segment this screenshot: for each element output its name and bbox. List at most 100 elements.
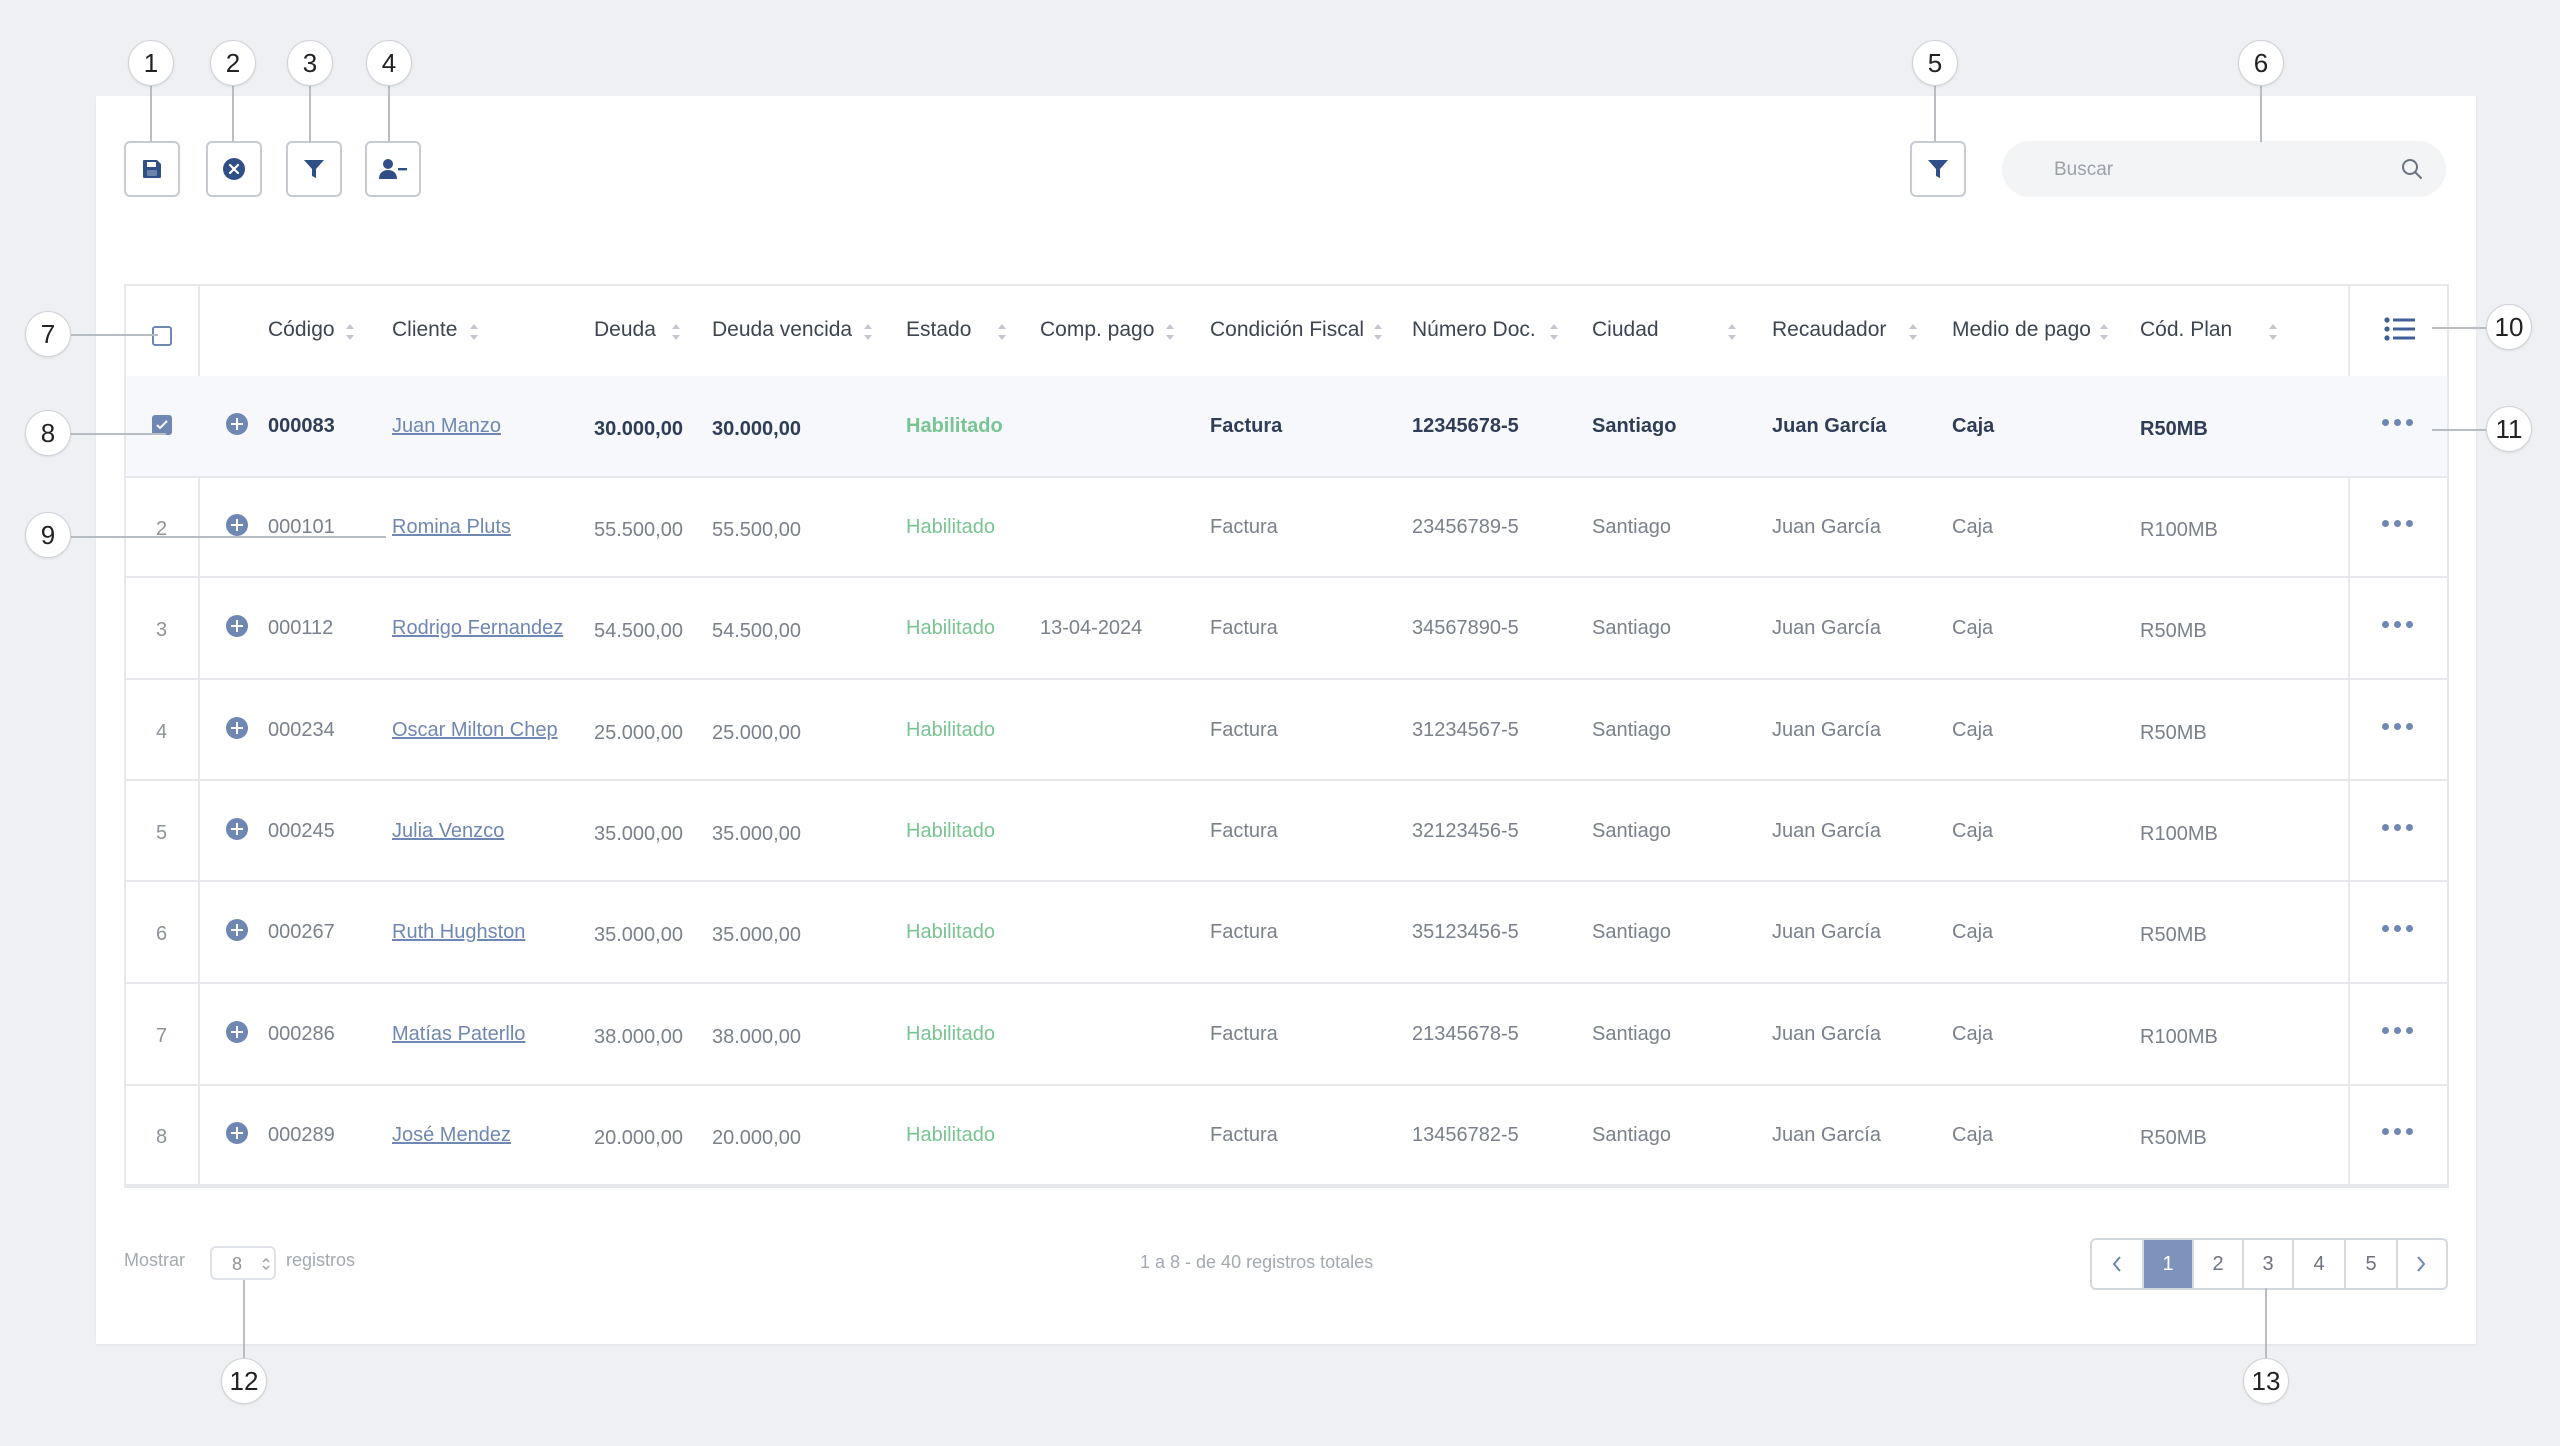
client-name-link[interactable]: Matías Paterllo: [392, 1023, 525, 1046]
page-3[interactable]: 3: [2244, 1240, 2294, 1288]
table-row[interactable]: 4 000234 Oscar Milton Chep 25.000,00 25.000,…: [126, 680, 2447, 781]
expand-row-icon[interactable]: [226, 1122, 248, 1144]
client-name-link[interactable]: Romina Pluts: [392, 516, 511, 539]
sort-icon[interactable]: [1908, 320, 1918, 344]
column-header[interactable]: Deuda vencida: [712, 318, 852, 342]
page-4[interactable]: 4: [2294, 1240, 2346, 1288]
more-options-icon[interactable]: [2382, 925, 2413, 932]
row-checkbox[interactable]: [152, 415, 172, 435]
client-name-link[interactable]: Rodrigo Fernandez: [392, 617, 563, 640]
search-input[interactable]: [2052, 141, 2386, 199]
page-5[interactable]: 5: [2346, 1240, 2398, 1288]
sort-icon[interactable]: [997, 320, 1007, 344]
remove-user-button[interactable]: [365, 141, 421, 197]
client-name-link[interactable]: José Mendez: [392, 1124, 511, 1147]
payment-method: Caja: [1952, 516, 1994, 538]
more-options-icon[interactable]: [2382, 1128, 2413, 1135]
fiscal-condition: Factura: [1210, 516, 1278, 538]
cancel-button[interactable]: [206, 141, 262, 197]
column-header[interactable]: Condición Fiscal: [1210, 318, 1364, 342]
expand-row-icon[interactable]: [226, 818, 248, 840]
sort-icon[interactable]: [2099, 320, 2109, 344]
expand-row-icon[interactable]: [226, 615, 248, 637]
more-options-icon[interactable]: [2382, 621, 2413, 628]
column-header[interactable]: Deuda: [594, 318, 656, 342]
collector: Juan García: [1772, 617, 1881, 639]
search-box: [2002, 141, 2446, 199]
expand-row-icon[interactable]: [226, 919, 248, 941]
client-name-link[interactable]: Juan Manzo: [392, 415, 501, 438]
column-header[interactable]: Ciudad: [1592, 318, 1659, 342]
callout-badge: 3: [287, 40, 333, 86]
client-code: 000083: [268, 415, 335, 437]
table-row[interactable]: 7 000286 Matías Paterllo 38.000,00 38.000,00…: [126, 984, 2447, 1086]
overdue-debt-value: 35.000,00: [712, 924, 801, 946]
table-row[interactable]: 8 000289 José Mendez 20.000,00 20.000,00 Habi…: [126, 1086, 2447, 1186]
table-header: Código Cliente Deuda Deuda vencida Estado Com…: [126, 286, 2447, 378]
more-options-icon[interactable]: [2382, 520, 2413, 527]
status-label: Habilitado: [906, 1124, 995, 1146]
sort-icon[interactable]: [2268, 320, 2278, 344]
table-row[interactable]: 000083 Juan Manzo 30.000,00 30.000,00 Habili…: [126, 376, 2447, 478]
cancel-icon: [223, 158, 245, 180]
sort-icon[interactable]: [1549, 320, 1559, 344]
callout-badge: 1: [128, 40, 174, 86]
table-row[interactable]: 5 000245 Julia Venzco 35.000,00 35.000,00 Hab…: [126, 781, 2447, 882]
expand-row-icon[interactable]: [226, 514, 248, 536]
more-options-icon[interactable]: [2382, 824, 2413, 831]
client-name-link[interactable]: Julia Venzco: [392, 820, 504, 843]
table-row[interactable]: 6 000267 Ruth Hughston 35.000,00 35.000,00 Ha…: [126, 882, 2447, 984]
column-header[interactable]: Comp. pago: [1040, 318, 1154, 342]
expand-row-icon[interactable]: [226, 1021, 248, 1043]
search-icon[interactable]: [2400, 157, 2424, 181]
save-button[interactable]: [124, 141, 180, 197]
status-label: Habilitado: [906, 921, 995, 943]
table-row[interactable]: 2 000101 Romina Pluts 55.500,00 55.500,00 Hab…: [126, 478, 2447, 578]
table-row[interactable]: 3 000112 Rodrigo Fernandez 54.500,00 54.500,…: [126, 578, 2447, 680]
callout-badge: 4: [366, 40, 412, 86]
page-2[interactable]: 2: [2194, 1240, 2244, 1288]
column-header[interactable]: Estado: [906, 318, 971, 342]
city: Santiago: [1592, 921, 1671, 943]
client-name-link[interactable]: Oscar Milton Chep: [392, 719, 558, 742]
pagination: 1 2 3 4 5: [2090, 1238, 2448, 1290]
callout-badge: 7: [25, 311, 71, 357]
plan-code: R100MB: [2140, 519, 2218, 541]
select-all-checkbox[interactable]: [152, 326, 172, 346]
advanced-filter-button[interactable]: [1910, 141, 1966, 197]
sort-icon[interactable]: [671, 320, 681, 344]
document-number: 35123456-5: [1412, 921, 1519, 943]
prev-page-button[interactable]: [2092, 1240, 2144, 1288]
payment-method: Caja: [1952, 1124, 1994, 1146]
column-header[interactable]: Cód. Plan: [2140, 318, 2232, 342]
payment-method: Caja: [1952, 719, 1994, 741]
more-options-icon[interactable]: [2382, 1027, 2413, 1034]
column-header[interactable]: Número Doc.: [1412, 318, 1536, 342]
filter-button[interactable]: [286, 141, 342, 197]
expand-row-icon[interactable]: [226, 717, 248, 739]
column-settings-button[interactable]: [2384, 316, 2416, 349]
sort-icon[interactable]: [469, 320, 479, 344]
column-header[interactable]: Código: [268, 318, 335, 342]
more-options-icon[interactable]: [2382, 723, 2413, 730]
check-icon: [156, 420, 168, 430]
chevron-right-icon: [2417, 1256, 2426, 1272]
sort-icon[interactable]: [345, 320, 355, 344]
sort-icon[interactable]: [1165, 320, 1175, 344]
sort-icon[interactable]: [863, 320, 873, 344]
column-header[interactable]: Recaudador: [1772, 318, 1886, 342]
sort-icon[interactable]: [1727, 320, 1737, 344]
sort-icon[interactable]: [1373, 320, 1383, 344]
column-header[interactable]: Medio de pago: [1952, 318, 2091, 342]
next-page-button[interactable]: [2398, 1240, 2444, 1288]
row-index: 4: [156, 721, 168, 743]
callout-leader-line: [2265, 1288, 2267, 1360]
client-name-link[interactable]: Ruth Hughston: [392, 921, 525, 944]
collector: Juan García: [1772, 516, 1881, 538]
page-1[interactable]: 1: [2144, 1240, 2194, 1288]
column-header[interactable]: Cliente: [392, 318, 457, 342]
more-options-icon[interactable]: [2382, 419, 2413, 426]
expand-row-icon[interactable]: [226, 413, 248, 435]
plan-code: R100MB: [2140, 1026, 2218, 1048]
page-size-select[interactable]: 8: [210, 1246, 276, 1280]
